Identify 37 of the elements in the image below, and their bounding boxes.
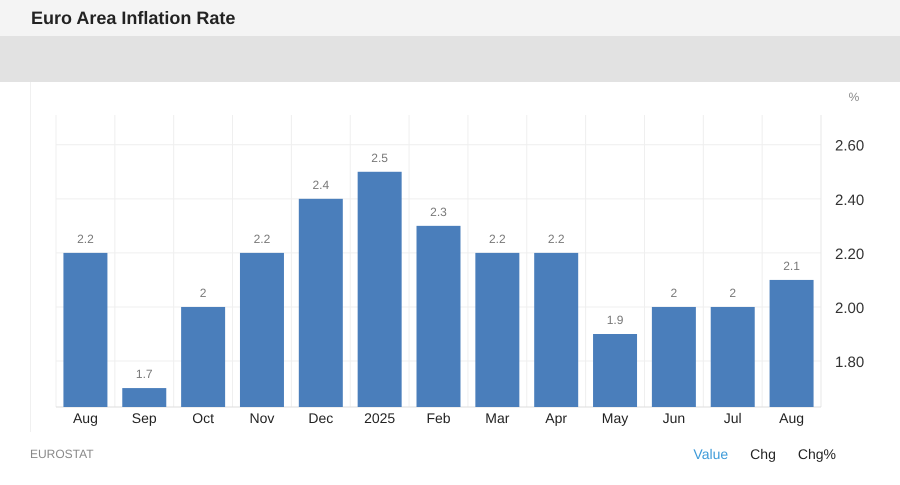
value-label: 2 bbox=[200, 286, 206, 300]
value-label: 2.2 bbox=[254, 232, 270, 246]
value-label: 2.2 bbox=[77, 232, 94, 246]
source-label: EUROSTAT bbox=[30, 447, 94, 461]
value-label: 2.5 bbox=[371, 150, 388, 165]
value-label: 1.7 bbox=[136, 367, 153, 382]
chart-tab[interactable]: Chg% bbox=[798, 446, 836, 462]
value-label: 2.2 bbox=[548, 232, 565, 246]
value-label: 1.9 bbox=[606, 313, 624, 327]
axis-tick-label: 2.00 bbox=[835, 300, 864, 317]
axis-label: May bbox=[602, 410, 628, 426]
value-label: 2.3 bbox=[430, 204, 447, 219]
axis-label: Jul bbox=[724, 410, 742, 426]
page-title: Euro Area Inflation Rate bbox=[31, 8, 236, 28]
axis-label: Jun bbox=[662, 410, 686, 426]
value-label: 2.1 bbox=[783, 258, 800, 273]
chart-tab[interactable]: Chg bbox=[750, 446, 776, 462]
axis-tick-label: 2.20 bbox=[835, 246, 864, 263]
value-label: 2.4 bbox=[312, 178, 330, 192]
axis-label: Mar bbox=[485, 410, 510, 426]
value-label: 2.2 bbox=[489, 232, 506, 246]
axis-label: Aug bbox=[72, 410, 98, 426]
axis-tick-label: 1.80 bbox=[835, 354, 864, 372]
axis-tick-label: 2.40 bbox=[835, 192, 864, 209]
axis-label: Feb bbox=[426, 410, 451, 426]
value-label: 2 bbox=[670, 286, 678, 300]
axis-label: Oct bbox=[192, 410, 214, 426]
axis-tick-label: 2.60 bbox=[835, 138, 864, 155]
axis-label: Nov bbox=[250, 410, 274, 426]
axis-label: Apr bbox=[545, 410, 568, 426]
bar bbox=[122, 388, 166, 407]
axis-label: Aug bbox=[779, 410, 804, 426]
axis-label: Sep bbox=[132, 410, 157, 426]
axis-label: Dec bbox=[308, 410, 334, 426]
axis-label: 2025 bbox=[364, 410, 396, 426]
unit-label: % bbox=[848, 90, 860, 104]
value-label: 2 bbox=[729, 286, 736, 300]
